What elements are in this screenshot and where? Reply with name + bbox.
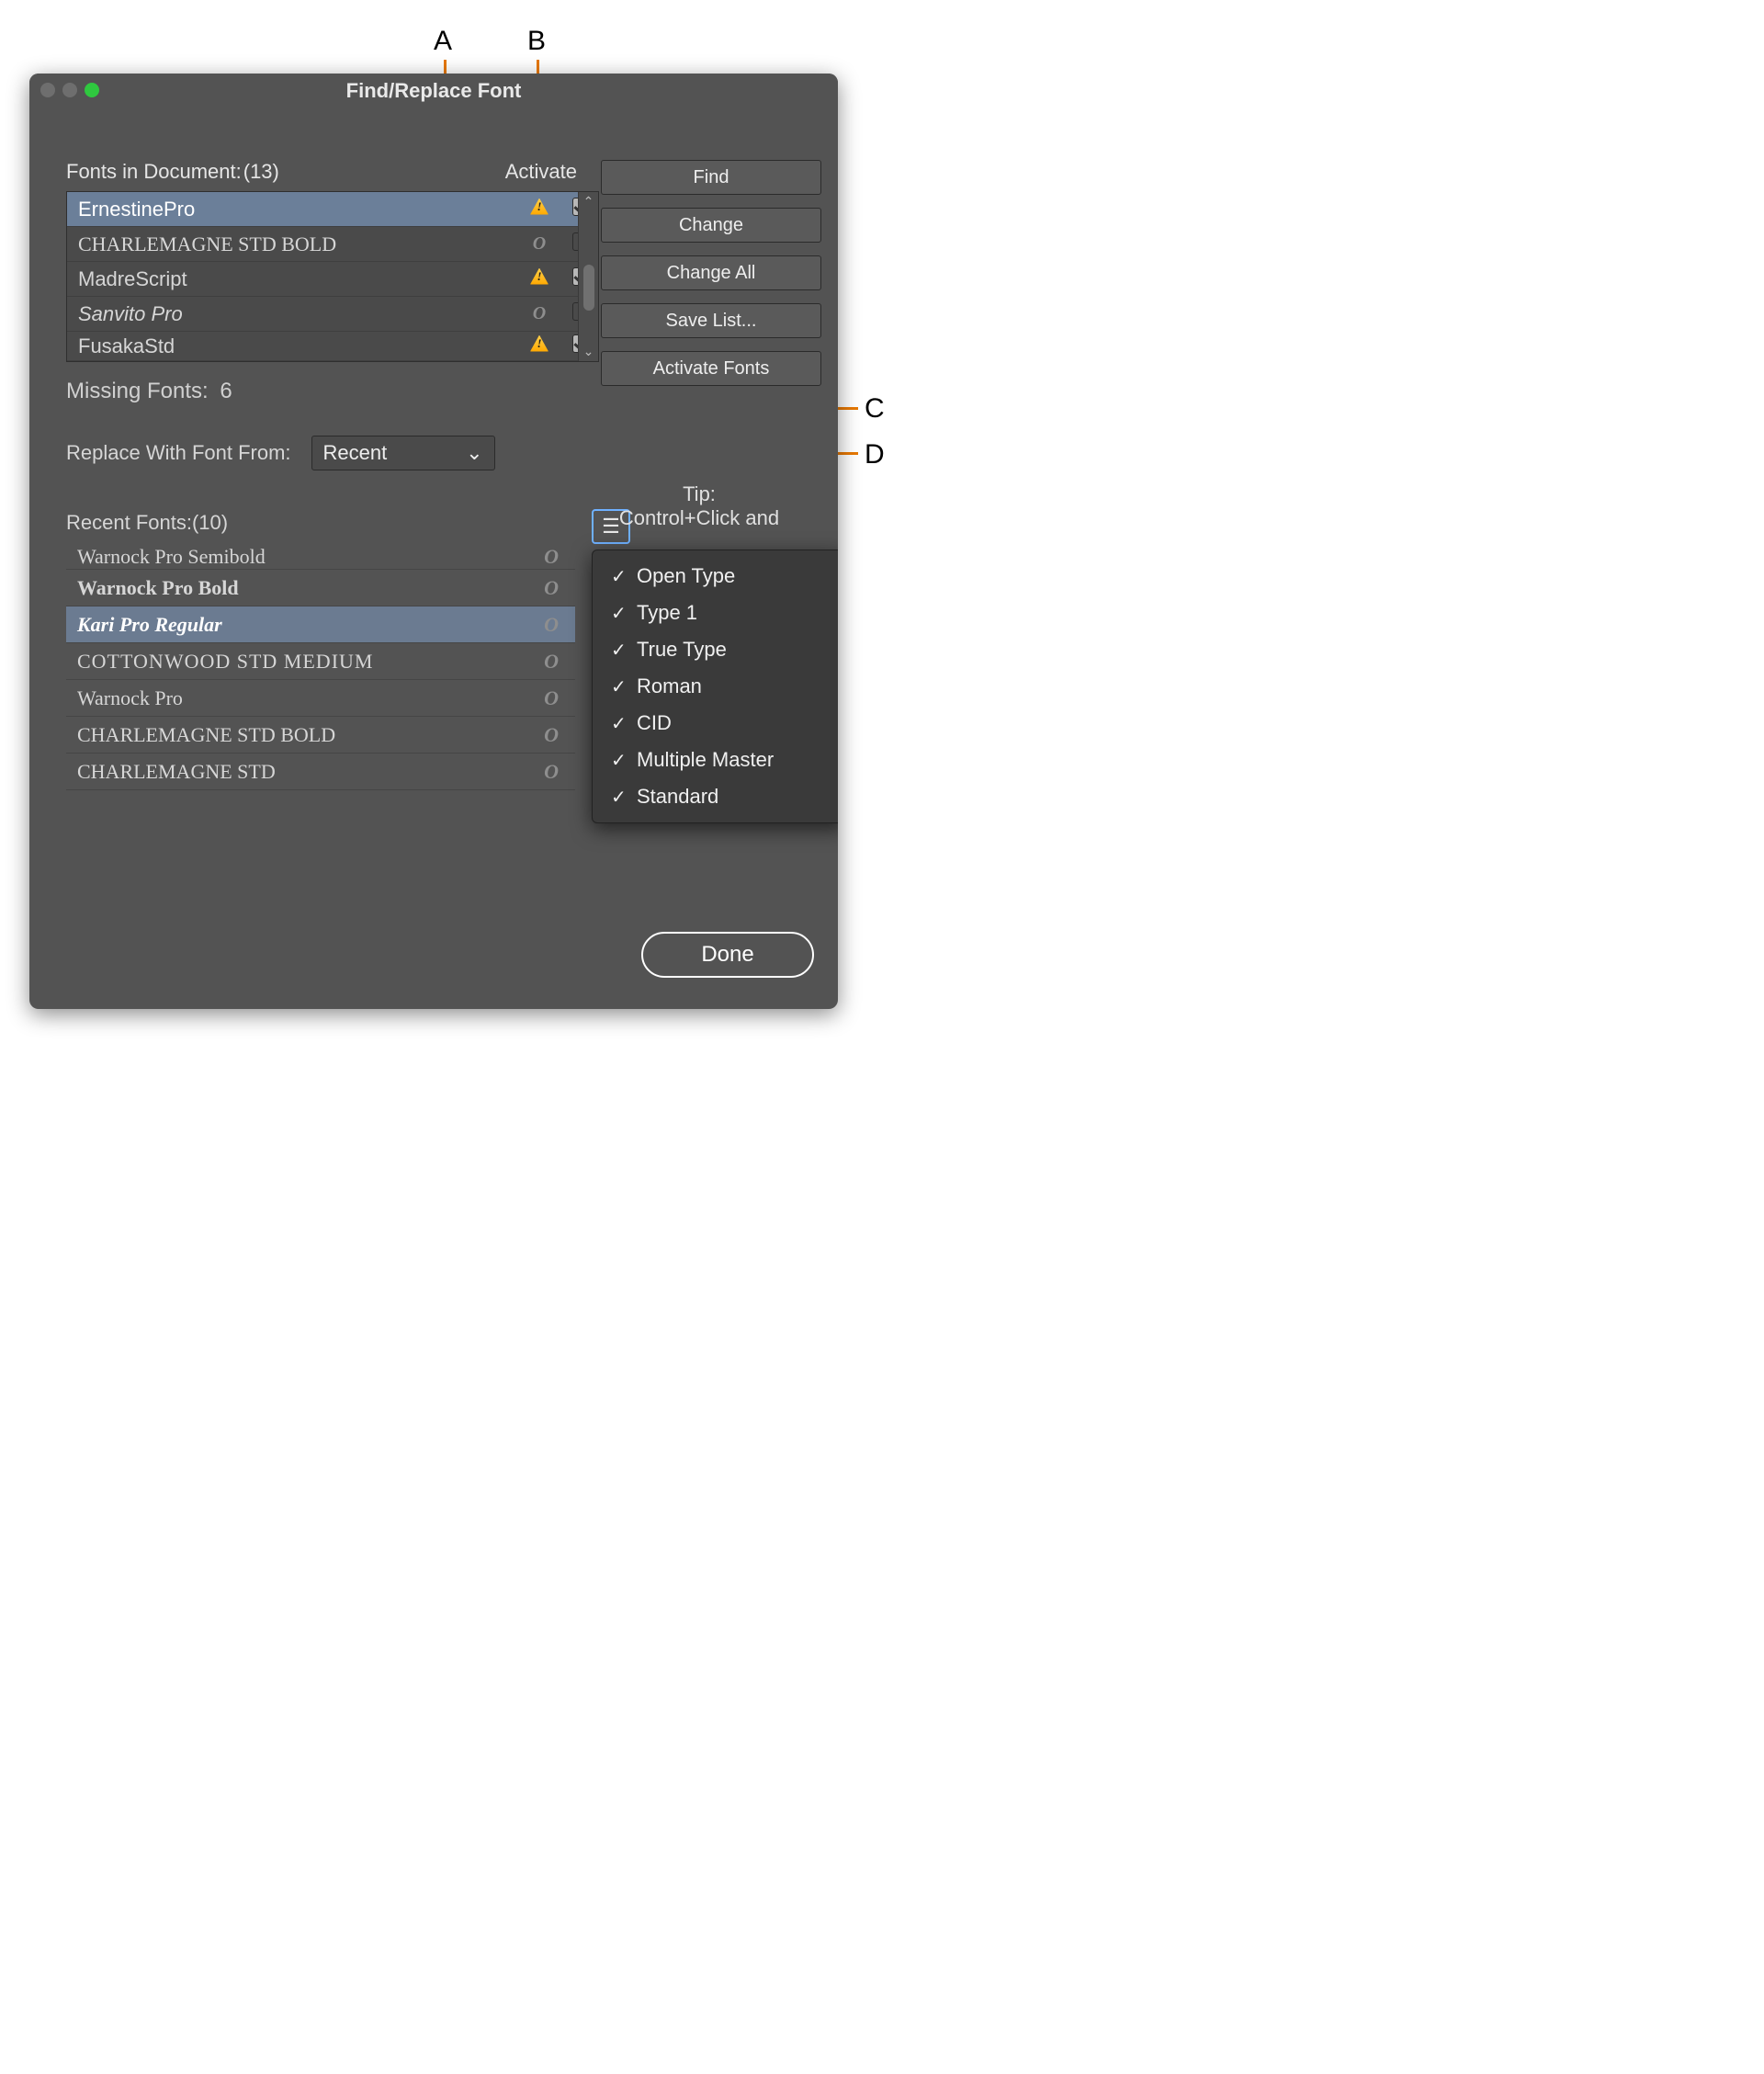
filter-menu-item-label: Multiple Master: [637, 748, 774, 772]
filter-menu-item[interactable]: ✓CID: [593, 705, 838, 742]
recent-font-name: CHARLEMAGNE STD BOLD: [77, 723, 544, 747]
font-row[interactable]: Sanvito ProO: [67, 297, 598, 332]
missing-fonts-label: Missing Fonts:: [66, 379, 209, 403]
font-row[interactable]: FusakaStd: [67, 332, 598, 361]
recent-font-row[interactable]: Warnock ProO: [66, 680, 575, 717]
fonts-in-document-label: Fonts in Document:: [66, 160, 242, 184]
check-icon: ✓: [611, 786, 637, 809]
done-button[interactable]: Done: [641, 932, 814, 978]
recent-fonts-label: Recent Fonts:: [66, 511, 192, 534]
window-title: Find/Replace Font: [29, 74, 838, 108]
missing-font-alert-icon: [526, 198, 552, 221]
filter-menu-item-label: Roman: [637, 674, 702, 698]
filter-menu-item-label: True Type: [637, 638, 727, 662]
opentype-font-icon: O: [544, 613, 559, 637]
missing-fonts-count: 6: [220, 379, 232, 403]
scroll-down-icon[interactable]: ⌄: [583, 342, 594, 361]
find-button[interactable]: Find: [601, 160, 821, 195]
opentype-font-icon: O: [544, 760, 559, 784]
font-name: Sanvito Pro: [78, 302, 526, 326]
recent-font-row[interactable]: CHARLEMAGNE STD BOLDO: [66, 717, 575, 754]
recent-font-name: Warnock Pro Bold: [77, 576, 544, 600]
replace-with-label: Replace With Font From:: [66, 441, 291, 465]
recent-font-row[interactable]: COTTONWOOD STD MEDIUMO: [66, 643, 575, 680]
opentype-font-icon: O: [544, 686, 559, 710]
replace-with-value: Recent: [323, 441, 388, 465]
window-zoom-button[interactable]: [85, 83, 99, 97]
font-row[interactable]: ErnestinePro: [67, 192, 598, 227]
font-name: CHARLEMAGNE STD BOLD: [78, 232, 526, 256]
callout-letter-a: A: [434, 26, 452, 57]
fonts-count: (13): [243, 160, 279, 184]
change-button[interactable]: Change: [601, 208, 821, 243]
chevron-down-icon: ⌄: [466, 441, 482, 465]
check-icon: ✓: [611, 639, 637, 662]
fonts-list-scrollbar[interactable]: ⌃ ⌄: [578, 192, 598, 361]
check-icon: ✓: [611, 712, 637, 735]
check-icon: ✓: [611, 749, 637, 772]
recent-font-row[interactable]: CHARLEMAGNE STDO: [66, 754, 575, 790]
recent-fonts-count: (10): [192, 511, 228, 534]
fonts-in-document-header: Fonts in Document: (13) Activate: [66, 160, 599, 184]
filter-menu-item-label: CID: [637, 711, 672, 735]
activate-fonts-button[interactable]: Activate Fonts: [601, 351, 821, 386]
callout-letter-b: B: [527, 26, 546, 57]
font-row[interactable]: MadreScript: [67, 262, 598, 297]
filter-menu-item[interactable]: ✓Roman: [593, 668, 838, 705]
recent-font-name: Warnock Pro: [77, 686, 544, 710]
check-icon: ✓: [611, 602, 637, 625]
activate-column-header: Activate: [505, 160, 599, 184]
recent-font-row[interactable]: Warnock Pro BoldO: [66, 570, 575, 606]
font-name: FusakaStd: [78, 334, 526, 358]
missing-font-alert-icon: [526, 335, 552, 357]
replace-with-select[interactable]: Recent ⌄: [311, 436, 495, 470]
filter-menu-item-label: Open Type: [637, 564, 735, 588]
callout-letter-d: D: [865, 439, 885, 470]
window-minimize-button[interactable]: [62, 83, 77, 97]
filter-menu-item[interactable]: ✓Multiple Master: [593, 742, 838, 778]
recent-fonts-list[interactable]: Warnock Pro SemiboldOWarnock Pro BoldOKa…: [66, 546, 575, 790]
opentype-font-icon: O: [544, 723, 559, 747]
opentype-font-icon: O: [526, 303, 552, 324]
filter-menu-item[interactable]: ✓True Type: [593, 631, 838, 668]
recent-font-name: Kari Pro Regular: [77, 613, 544, 637]
font-row[interactable]: CHARLEMAGNE STD BOLDO: [67, 227, 598, 262]
opentype-font-icon: O: [526, 233, 552, 255]
recent-font-row[interactable]: Kari Pro RegularO: [66, 606, 575, 643]
window-close-button[interactable]: [40, 83, 55, 97]
filter-menu-item[interactable]: ✓Open Type: [593, 558, 838, 595]
font-type-filter-menu[interactable]: ✓Open Type✓Type 1✓True Type✓Roman✓CID✓Mu…: [592, 550, 838, 823]
opentype-font-icon: O: [544, 650, 559, 674]
opentype-font-icon: O: [544, 576, 559, 600]
titlebar: Find/Replace Font: [29, 74, 838, 108]
scroll-thumb[interactable]: [583, 265, 594, 311]
font-name: ErnestinePro: [78, 198, 526, 221]
recent-font-row[interactable]: Warnock Pro SemiboldO: [66, 546, 575, 570]
save-list-button[interactable]: Save List...: [601, 303, 821, 338]
filter-menu-item-label: Standard: [637, 785, 718, 809]
callout-letter-c: C: [865, 393, 885, 425]
font-name: MadreScript: [78, 267, 526, 291]
filter-menu-item-label: Type 1: [637, 601, 697, 625]
opentype-font-icon: O: [544, 546, 559, 569]
tip-line2: Control+Click and: [584, 506, 814, 530]
recent-font-name: CHARLEMAGNE STD: [77, 760, 544, 784]
check-icon: ✓: [611, 565, 637, 588]
recent-fonts-header: Recent Fonts:(10): [66, 511, 599, 535]
filter-menu-item[interactable]: ✓Standard: [593, 778, 838, 815]
recent-font-name: Warnock Pro Semibold: [77, 546, 544, 569]
fonts-in-document-list[interactable]: ErnestineProCHARLEMAGNE STD BOLDOMadreSc…: [66, 191, 599, 362]
tip-block: Tip: Control+Click and: [584, 482, 814, 530]
filter-menu-item[interactable]: ✓Type 1: [593, 595, 838, 631]
scroll-up-icon[interactable]: ⌃: [583, 192, 594, 211]
tip-label: Tip:: [584, 482, 814, 506]
change-all-button[interactable]: Change All: [601, 255, 821, 290]
missing-font-alert-icon: [526, 268, 552, 290]
recent-font-name: COTTONWOOD STD MEDIUM: [77, 650, 544, 674]
find-replace-font-dialog: Find/Replace Font Fonts in Document: (13…: [29, 74, 838, 1009]
missing-fonts-line: Missing Fonts: 6: [66, 379, 599, 404]
check-icon: ✓: [611, 675, 637, 698]
